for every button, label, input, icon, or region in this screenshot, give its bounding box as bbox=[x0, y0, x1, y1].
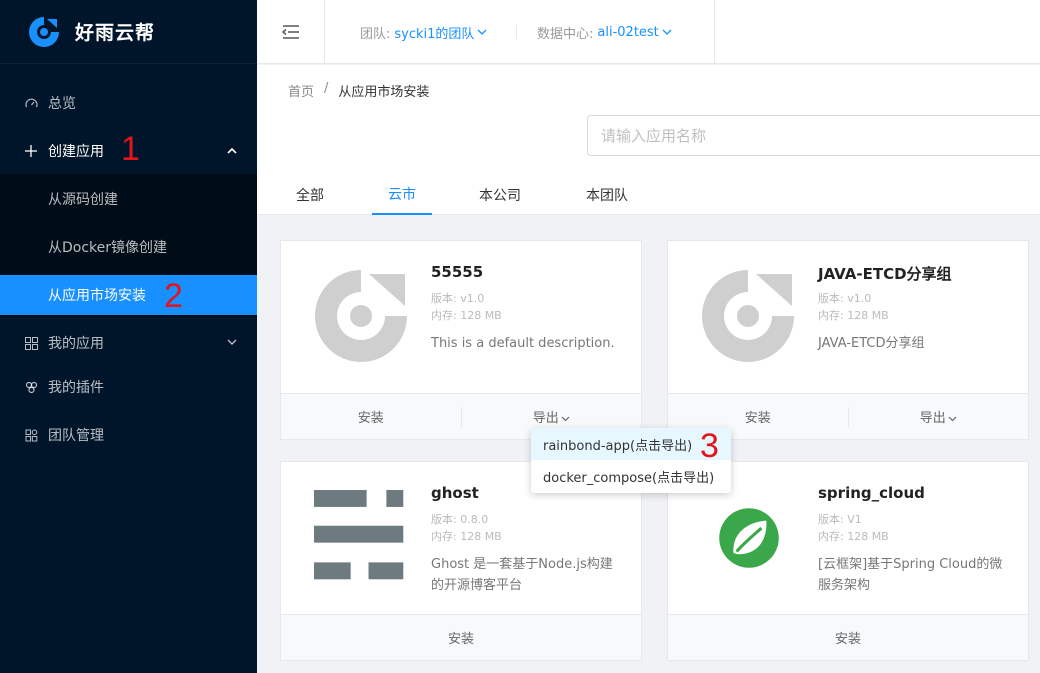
datacenter-selector[interactable]: 数据中心: ali-02test bbox=[537, 0, 672, 64]
datacenter-label: 数据中心: bbox=[537, 26, 594, 42]
goodrain-default-icon bbox=[702, 270, 794, 362]
app-version: 版本: v1.0 bbox=[818, 292, 872, 305]
app-memory: 内存: 128 MB bbox=[431, 530, 502, 543]
team-value: sycki1的团队 bbox=[394, 26, 475, 42]
sidebar: 好雨云帮 总览 创建应用 1 从源码创建 从Docker镜像创建 从应用市场安装… bbox=[0, 0, 257, 673]
app-title: ghost bbox=[431, 484, 479, 502]
submenu-item-from-docker[interactable]: 从Docker镜像创建 bbox=[0, 227, 257, 267]
app-card-body[interactable]: 55555 版本: v1.0 内存: 128 MB This is a defa… bbox=[281, 241, 641, 393]
sidebar-item-my-apps[interactable]: 我的应用 bbox=[0, 323, 257, 363]
chevron-down-icon bbox=[948, 416, 957, 422]
header-divider bbox=[714, 0, 715, 64]
app-title: 55555 bbox=[431, 263, 484, 281]
menu-fold-icon bbox=[281, 25, 299, 39]
plugin-icon bbox=[24, 380, 38, 394]
app-memory: 内存: 128 MB bbox=[818, 530, 889, 543]
install-button[interactable]: 安装 bbox=[668, 628, 1028, 647]
logo[interactable]: 好雨云帮 bbox=[0, 0, 257, 64]
sidebar-item-label: 我的插件 bbox=[48, 380, 104, 396]
menu-fold-button[interactable] bbox=[257, 0, 325, 64]
top-header: 团队: sycki1的团队 数据中心: ali-02test bbox=[257, 0, 1040, 64]
sidebar-item-label: 创建应用 bbox=[48, 144, 104, 160]
submenu-item-from-source[interactable]: 从源码创建 bbox=[0, 179, 257, 219]
plus-icon bbox=[24, 144, 38, 158]
breadcrumb: 首页 / 从应用市场安装 bbox=[288, 81, 429, 100]
team-selector[interactable]: 团队: sycki1的团队 bbox=[360, 0, 487, 64]
app-card: 55555 版本: v1.0 内存: 128 MB This is a defa… bbox=[280, 240, 642, 440]
app-version: 版本: V1 bbox=[818, 513, 862, 526]
export-label: 导出 bbox=[919, 411, 946, 426]
submenu-item-from-market[interactable]: 从应用市场安装 bbox=[0, 275, 257, 315]
card-actions: 安装 bbox=[281, 614, 641, 660]
install-button[interactable]: 安装 bbox=[668, 407, 848, 426]
appstore-icon bbox=[24, 336, 38, 350]
app-version: 版本: v1.0 bbox=[431, 292, 485, 305]
tab-team[interactable]: 本团队 bbox=[577, 175, 637, 215]
chevron-up-icon bbox=[227, 146, 237, 157]
chevron-down-icon bbox=[477, 29, 487, 35]
breadcrumb-current: 从应用市场安装 bbox=[338, 85, 430, 100]
datacenter-value: ali-02test bbox=[597, 24, 659, 40]
tab-all[interactable]: 全部 bbox=[284, 175, 336, 215]
breadcrumb-home[interactable]: 首页 bbox=[288, 81, 314, 100]
sidebar-item-overview[interactable]: 总览 bbox=[0, 83, 257, 123]
app-card: JAVA-ETCD分享组 版本: v1.0 内存: 128 MB JAVA-ET… bbox=[667, 240, 1029, 440]
export-button[interactable]: 导出 bbox=[849, 407, 1029, 426]
install-button[interactable]: 安装 bbox=[281, 407, 461, 426]
tab-company[interactable]: 本公司 bbox=[470, 175, 530, 215]
tab-cloud-market[interactable]: 云市 bbox=[372, 175, 432, 215]
app-description: JAVA-ETCD分享组 bbox=[818, 336, 925, 351]
sidebar-item-label: 团队管理 bbox=[48, 428, 104, 444]
sidebar-item-team-management[interactable]: 团队管理 bbox=[0, 415, 257, 455]
card-actions: 安装 bbox=[668, 614, 1028, 660]
chevron-down-icon bbox=[662, 29, 672, 35]
team-icon bbox=[24, 428, 38, 442]
ghost-logo-icon bbox=[314, 490, 404, 580]
page-header: 首页 / 从应用市场安装 请输入应用名称 全部 云市 本公司 本团队 bbox=[257, 65, 1040, 215]
app-version: 版本: 0.8.0 bbox=[431, 513, 489, 526]
app-memory: 内存: 128 MB bbox=[431, 309, 502, 322]
app-title: JAVA-ETCD分享组 bbox=[818, 265, 952, 283]
sidebar-item-my-plugins[interactable]: 我的插件 bbox=[0, 367, 257, 407]
chevron-down-icon bbox=[561, 416, 570, 422]
breadcrumb-separator: / bbox=[324, 81, 329, 96]
app-card-body[interactable]: JAVA-ETCD分享组 版本: v1.0 内存: 128 MB JAVA-ET… bbox=[668, 241, 1028, 393]
goodrain-logo-icon bbox=[29, 16, 59, 47]
sidebar-item-label: 我的应用 bbox=[48, 336, 104, 352]
spring-leaf-icon bbox=[719, 508, 779, 568]
annotation-number-1: 1 bbox=[121, 130, 140, 168]
export-button[interactable]: 导出 bbox=[462, 407, 642, 426]
annotation-number-3: 3 bbox=[700, 427, 719, 465]
export-label: 导出 bbox=[532, 411, 559, 426]
goodrain-default-icon bbox=[315, 270, 407, 362]
app-description: Ghost 是一套基于Node.js构建的开源博客平台 bbox=[431, 557, 613, 593]
app-name: 好雨云帮 bbox=[75, 22, 156, 44]
app-memory: 内存: 128 MB bbox=[818, 309, 889, 322]
app-title: spring_cloud bbox=[818, 484, 925, 502]
app-description: [云框架]基于Spring Cloud的微服务架构 bbox=[818, 557, 1003, 593]
dashboard-icon bbox=[24, 96, 38, 110]
team-label: 团队: bbox=[360, 26, 391, 42]
app-description: This is a default description. bbox=[431, 336, 615, 351]
sidebar-item-label: 总览 bbox=[48, 96, 76, 112]
install-button[interactable]: 安装 bbox=[281, 628, 641, 647]
search-input[interactable]: 请输入应用名称 bbox=[587, 115, 1040, 156]
chevron-down-icon bbox=[227, 338, 237, 349]
header-divider bbox=[516, 25, 517, 39]
annotation-number-2: 2 bbox=[164, 277, 183, 315]
